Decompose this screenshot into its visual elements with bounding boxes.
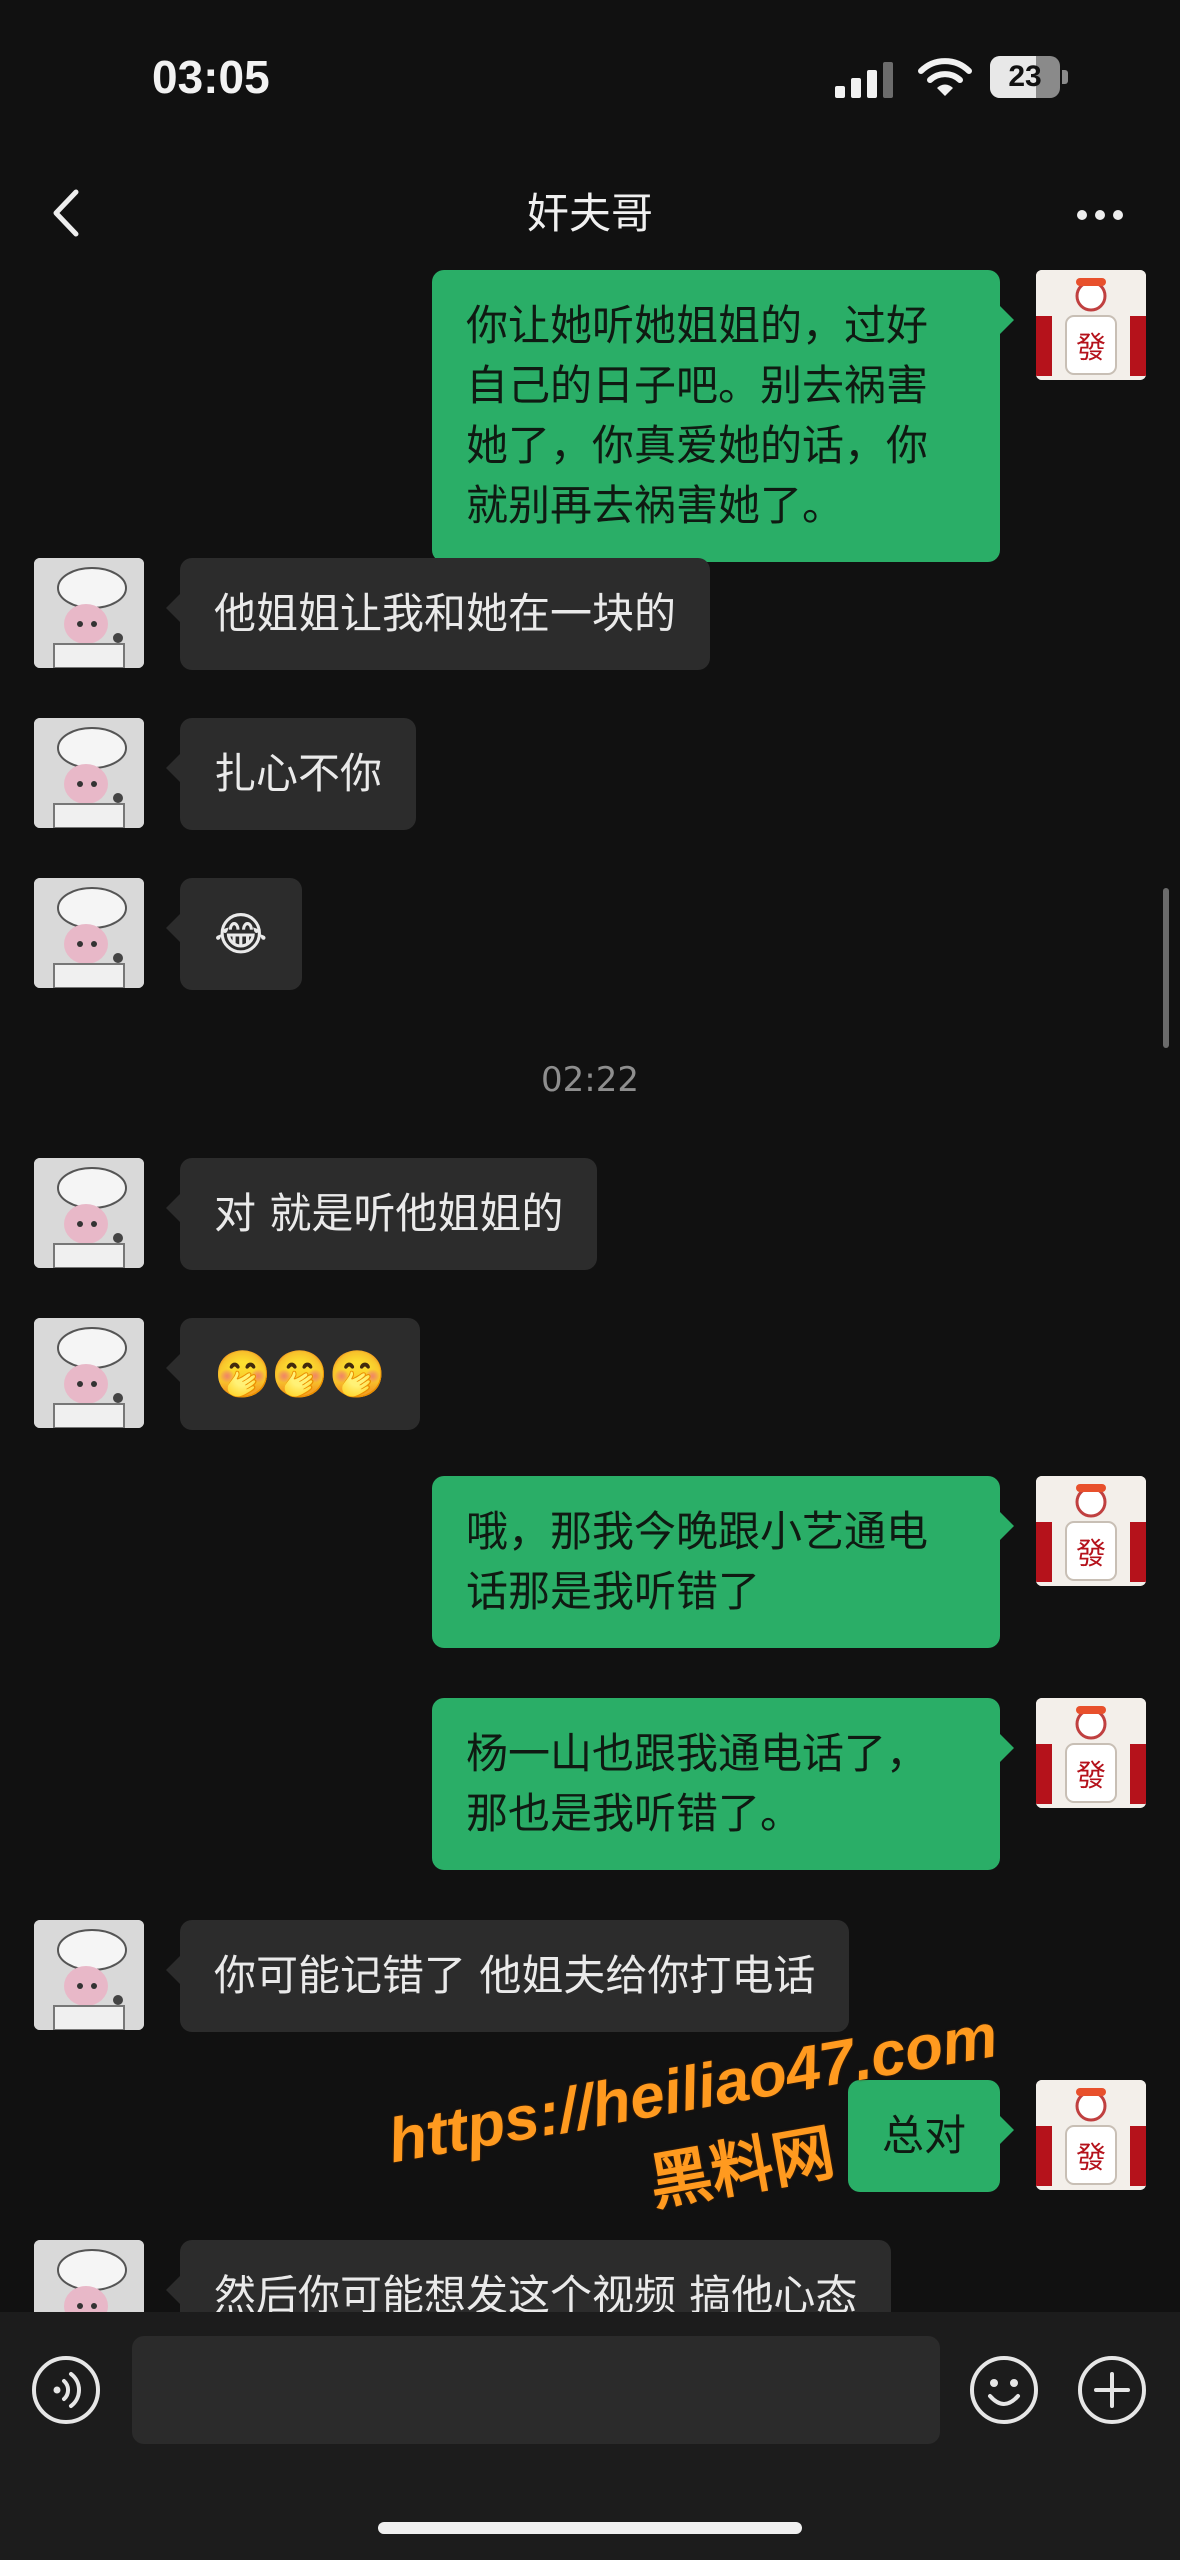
message-bubble-received[interactable]: 他姐姐让我和她在一块的 <box>165 558 711 670</box>
cartoon-girl-avatar-icon <box>34 2240 144 2312</box>
contact-avatar[interactable] <box>34 718 144 828</box>
cellular-signal-icon <box>835 62 893 98</box>
input-bar <box>0 2312 1180 2560</box>
emoji-icon[interactable] <box>968 2354 1040 2426</box>
message-bubble-sent[interactable]: 哦，那我今晚跟小艺通电话那是我听错了 <box>432 1476 1014 1648</box>
my-avatar[interactable]: 發 <box>1036 1698 1146 1808</box>
my-avatar[interactable]: 發 <box>1036 270 1146 380</box>
more-options-icon[interactable] <box>1070 190 1130 240</box>
contact-avatar[interactable] <box>34 2240 144 2312</box>
message-bubble-sent[interactable]: 杨一山也跟我通电话了，那也是我听错了。 <box>432 1698 1014 1870</box>
home-indicator[interactable] <box>378 2522 802 2534</box>
message-input[interactable] <box>132 2336 940 2444</box>
voice-input-icon[interactable] <box>30 2354 102 2426</box>
mahjong-tile-avatar-icon: 發 <box>1036 1698 1146 1808</box>
cartoon-girl-avatar-icon <box>34 718 144 828</box>
message-bubble-received[interactable]: 😂 <box>166 878 302 990</box>
svg-text:發: 發 <box>1076 1537 1106 1572</box>
wifi-icon <box>918 58 972 96</box>
status-time: 03:05 <box>152 51 270 103</box>
plus-icon[interactable] <box>1076 2354 1148 2426</box>
back-icon[interactable] <box>36 178 96 248</box>
message-bubble-received[interactable]: 你可能记错了 他姐夫给你打电话 <box>165 1920 850 2032</box>
svg-text:發: 發 <box>1076 2141 1106 2176</box>
contact-avatar[interactable] <box>34 878 144 988</box>
battery-level: 23 <box>1008 60 1042 93</box>
mahjong-tile-avatar-icon: 發 <box>1036 2080 1146 2190</box>
cartoon-girl-avatar-icon <box>34 878 144 988</box>
cartoon-girl-avatar-icon <box>34 1920 144 2030</box>
status-bar: 03:05 23 <box>0 0 1180 150</box>
message-bubble-received[interactable]: 然后你可能想发这个视频 搞他心态 <box>165 2240 892 2312</box>
cartoon-girl-avatar-icon <box>34 1318 144 1428</box>
chat-timestamp: 02:22 <box>541 1060 639 1100</box>
cartoon-girl-avatar-icon <box>34 558 144 668</box>
message-bubble-received[interactable]: 🤭🤭🤭 <box>166 1318 420 1430</box>
chat-message-list[interactable]: 你让她听她姐姐的，过好自己的日子吧。别去祸害她了，你真爱她的话，你就别再去祸害她… <box>0 270 1180 2312</box>
contact-avatar[interactable] <box>34 1158 144 1268</box>
message-bubble-received[interactable]: 扎心不你 <box>165 718 417 830</box>
battery-icon: 23 <box>990 56 1070 98</box>
message-bubble-received[interactable]: 对 就是听他姐姐的 <box>165 1158 598 1270</box>
svg-text:發: 發 <box>1076 331 1106 366</box>
my-avatar[interactable]: 發 <box>1036 2080 1146 2190</box>
contact-avatar[interactable] <box>34 1920 144 2030</box>
my-avatar[interactable]: 發 <box>1036 1476 1146 1586</box>
chat-title: 奸夫哥 <box>526 189 653 238</box>
svg-text:發: 發 <box>1076 1759 1106 1794</box>
mahjong-tile-avatar-icon: 發 <box>1036 1476 1146 1586</box>
contact-avatar[interactable] <box>34 558 144 668</box>
contact-avatar[interactable] <box>34 1318 144 1428</box>
nav-bar: 奸夫哥 <box>0 160 1180 270</box>
scrollbar[interactable] <box>1163 888 1169 1048</box>
cartoon-girl-avatar-icon <box>34 1158 144 1268</box>
mahjong-tile-avatar-icon: 發 <box>1036 270 1146 380</box>
message-bubble-sent[interactable]: 总对 <box>847 2080 1015 2192</box>
message-bubble-sent[interactable]: 你让她听她姐姐的，过好自己的日子吧。别去祸害她了，你真爱她的话，你就别再去祸害她… <box>432 270 1014 562</box>
